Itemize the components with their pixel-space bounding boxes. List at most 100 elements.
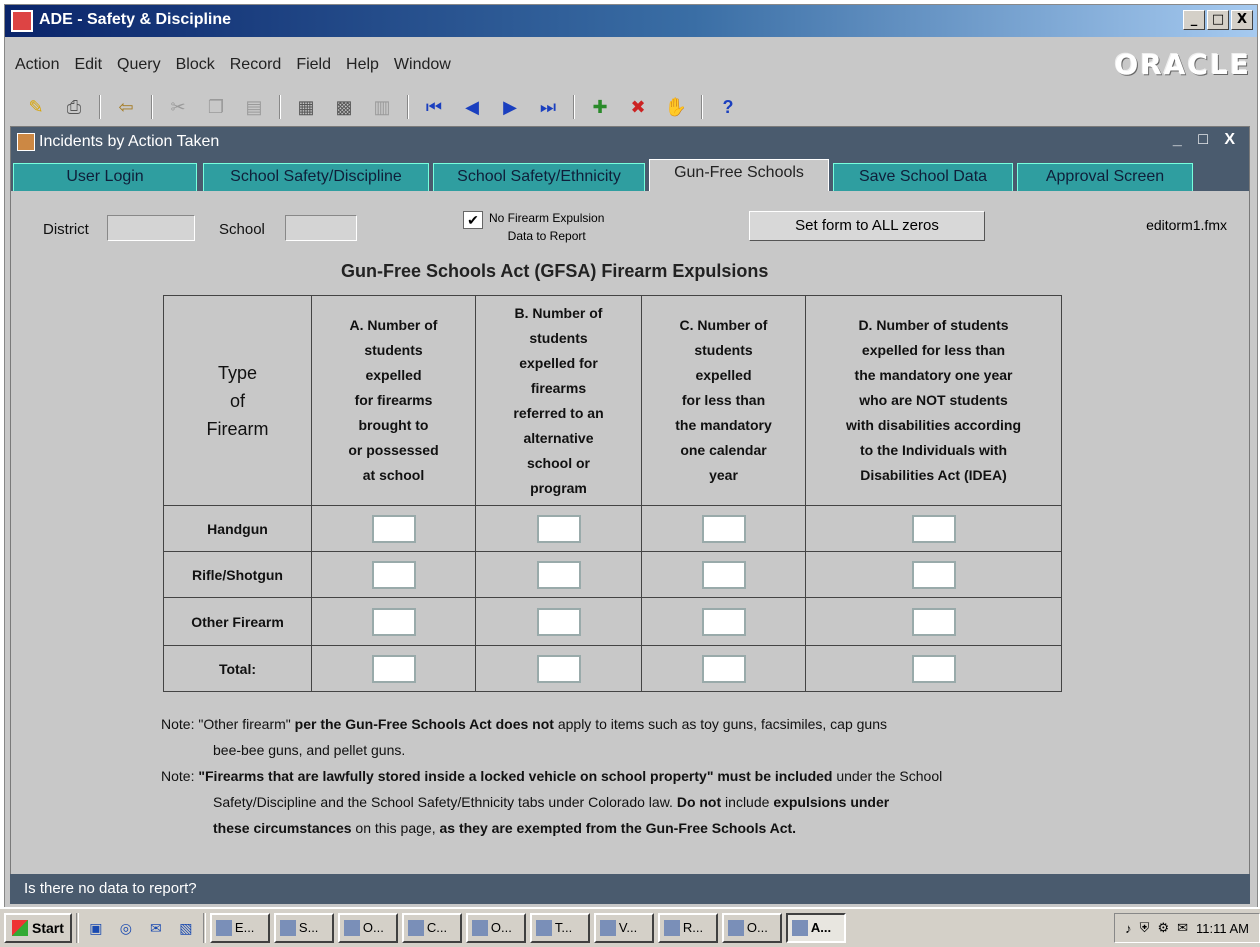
incidents-window-title: Incidents by Action Taken: [39, 133, 220, 150]
menu-item-field[interactable]: Field: [296, 56, 331, 74]
table-row: Rifle/Shotgun: [163, 551, 1062, 598]
task-label: O...: [362, 920, 384, 935]
minimize-button[interactable]: _: [1183, 10, 1205, 30]
rifle-d-input[interactable]: [911, 560, 956, 589]
taskbar-item[interactable]: E...: [209, 913, 270, 943]
start-label: Start: [32, 920, 64, 936]
note-1-line-2: bee-bee guns, and pellet guns.: [213, 742, 406, 758]
task-icon: [791, 920, 808, 936]
window-title: ADE - Safety & Discipline: [39, 11, 232, 28]
taskbar-item[interactable]: O...: [721, 913, 782, 943]
other-d-input[interactable]: [911, 607, 956, 636]
menu-item-edit[interactable]: Edit: [74, 56, 102, 74]
enter-query-icon[interactable]: ▦: [293, 94, 319, 120]
help-icon[interactable]: ?: [715, 94, 741, 120]
taskbar-item[interactable]: O...: [337, 913, 398, 943]
taskbar-item[interactable]: C...: [401, 913, 462, 943]
app-launcher-icon[interactable]: ▧: [172, 915, 199, 941]
taskbar-item[interactable]: S...: [273, 913, 334, 943]
start-button[interactable]: Start: [4, 913, 72, 943]
security-icon[interactable]: ⛨: [1140, 920, 1150, 936]
header-line: the mandatory one year: [854, 367, 1013, 383]
cancel-query-icon[interactable]: ▥: [369, 94, 395, 120]
next-record-icon[interactable]: ▶: [497, 94, 523, 120]
column-d-header: D. Number of students expelled for less …: [805, 295, 1062, 506]
execute-query-icon[interactable]: ▩: [331, 94, 357, 120]
task-label: S...: [298, 920, 319, 935]
no-expulsion-label-line1: No Firearm Expulsion: [489, 211, 605, 225]
tab-gun-free-schools[interactable]: Gun-Free Schools: [649, 159, 829, 191]
no-expulsion-checkbox[interactable]: ✔: [463, 211, 483, 229]
tab-user-login[interactable]: User Login: [13, 163, 197, 191]
maximize-button[interactable]: □: [1207, 10, 1229, 30]
set-all-zeros-button[interactable]: Set form to ALL zeros: [749, 211, 985, 241]
other-a-input[interactable]: [371, 607, 416, 636]
table-row: Other Firearm: [163, 597, 1062, 646]
total-b-input[interactable]: [536, 654, 581, 683]
task-icon: [343, 920, 360, 936]
school-field[interactable]: [285, 215, 357, 241]
total-d-input[interactable]: [911, 654, 956, 683]
note-2-line-1: Note: "Firearms that are lawfully stored…: [161, 763, 1101, 789]
clock[interactable]: 11:11 AM: [1196, 921, 1249, 936]
header-line: expelled for: [519, 354, 598, 371]
taskbar-item-active[interactable]: A...: [785, 913, 846, 943]
tab-approval-screen[interactable]: Approval Screen: [1017, 163, 1193, 191]
volume-icon[interactable]: ♪: [1125, 921, 1132, 936]
taskbar-item[interactable]: O...: [465, 913, 526, 943]
taskbar-item[interactable]: R...: [657, 913, 718, 943]
rifle-a-input[interactable]: [371, 560, 416, 589]
last-record-icon[interactable]: ⏭: [535, 94, 561, 120]
app-icon: [11, 10, 33, 32]
tab-school-safety-ethnicity[interactable]: School Safety/Ethnicity: [433, 163, 645, 191]
show-desktop-icon[interactable]: ▣: [82, 915, 109, 941]
column-c-header: C. Number of students expelled for less …: [641, 295, 806, 506]
copy-icon[interactable]: ❐: [203, 94, 229, 120]
rifle-b-input[interactable]: [536, 560, 581, 589]
delete-record-icon[interactable]: ✖: [625, 94, 651, 120]
menu-item-window[interactable]: Window: [394, 56, 451, 74]
first-record-icon[interactable]: ⏮: [421, 94, 447, 120]
gun-free-schools-form: District School ✔ No Firearm Expulsion D…: [11, 191, 1249, 875]
tab-save-school-data[interactable]: Save School Data: [833, 163, 1013, 191]
exit-icon[interactable]: ⇦: [113, 94, 139, 120]
handgun-a-input[interactable]: [371, 514, 416, 543]
task-label: C...: [426, 920, 448, 935]
no-expulsion-label: No Firearm Expulsion Data to Report: [489, 209, 604, 245]
window-titlebar[interactable]: ADE - Safety & Discipline _ □ X: [5, 5, 1257, 37]
menu-item-action[interactable]: Action: [15, 56, 59, 74]
other-b-input[interactable]: [536, 607, 581, 636]
total-a-input[interactable]: [371, 654, 416, 683]
network-icon[interactable]: ⚙: [1157, 920, 1169, 936]
header-line: students: [529, 329, 588, 346]
taskbar-item[interactable]: V...: [593, 913, 654, 943]
header-line: firearms: [530, 379, 587, 396]
menu-item-record[interactable]: Record: [230, 56, 282, 74]
menu-item-help[interactable]: Help: [346, 56, 379, 74]
inner-window-controls[interactable]: _ □ X: [1173, 131, 1241, 149]
mail-icon[interactable]: ✉: [1177, 920, 1188, 936]
outlook-icon[interactable]: ✉: [142, 915, 169, 941]
close-button[interactable]: X: [1231, 10, 1253, 30]
other-c-input[interactable]: [701, 607, 746, 636]
menu-item-query[interactable]: Query: [117, 56, 161, 74]
incidents-window-titlebar[interactable]: Incidents by Action Taken _ □ X: [11, 127, 1249, 157]
row-label-total: Total:: [163, 645, 312, 692]
rifle-c-input[interactable]: [701, 560, 746, 589]
previous-record-icon[interactable]: ◀: [459, 94, 485, 120]
handgun-c-input[interactable]: [701, 514, 746, 543]
insert-record-icon[interactable]: ✚: [587, 94, 613, 120]
paste-icon[interactable]: ▤: [241, 94, 267, 120]
cut-icon[interactable]: ✂: [165, 94, 191, 120]
handgun-d-input[interactable]: [911, 514, 956, 543]
menu-item-block[interactable]: Block: [176, 56, 215, 74]
total-c-input[interactable]: [701, 654, 746, 683]
browser-icon[interactable]: ◎: [112, 915, 139, 941]
district-field[interactable]: [107, 215, 195, 241]
save-icon[interactable]: ✎: [23, 94, 49, 120]
taskbar-item[interactable]: T...: [529, 913, 590, 943]
lock-record-icon[interactable]: ✋: [663, 94, 689, 120]
tab-school-safety-discipline[interactable]: School Safety/Discipline: [203, 163, 429, 191]
print-icon[interactable]: ⎙: [61, 94, 87, 120]
handgun-b-input[interactable]: [536, 514, 581, 543]
